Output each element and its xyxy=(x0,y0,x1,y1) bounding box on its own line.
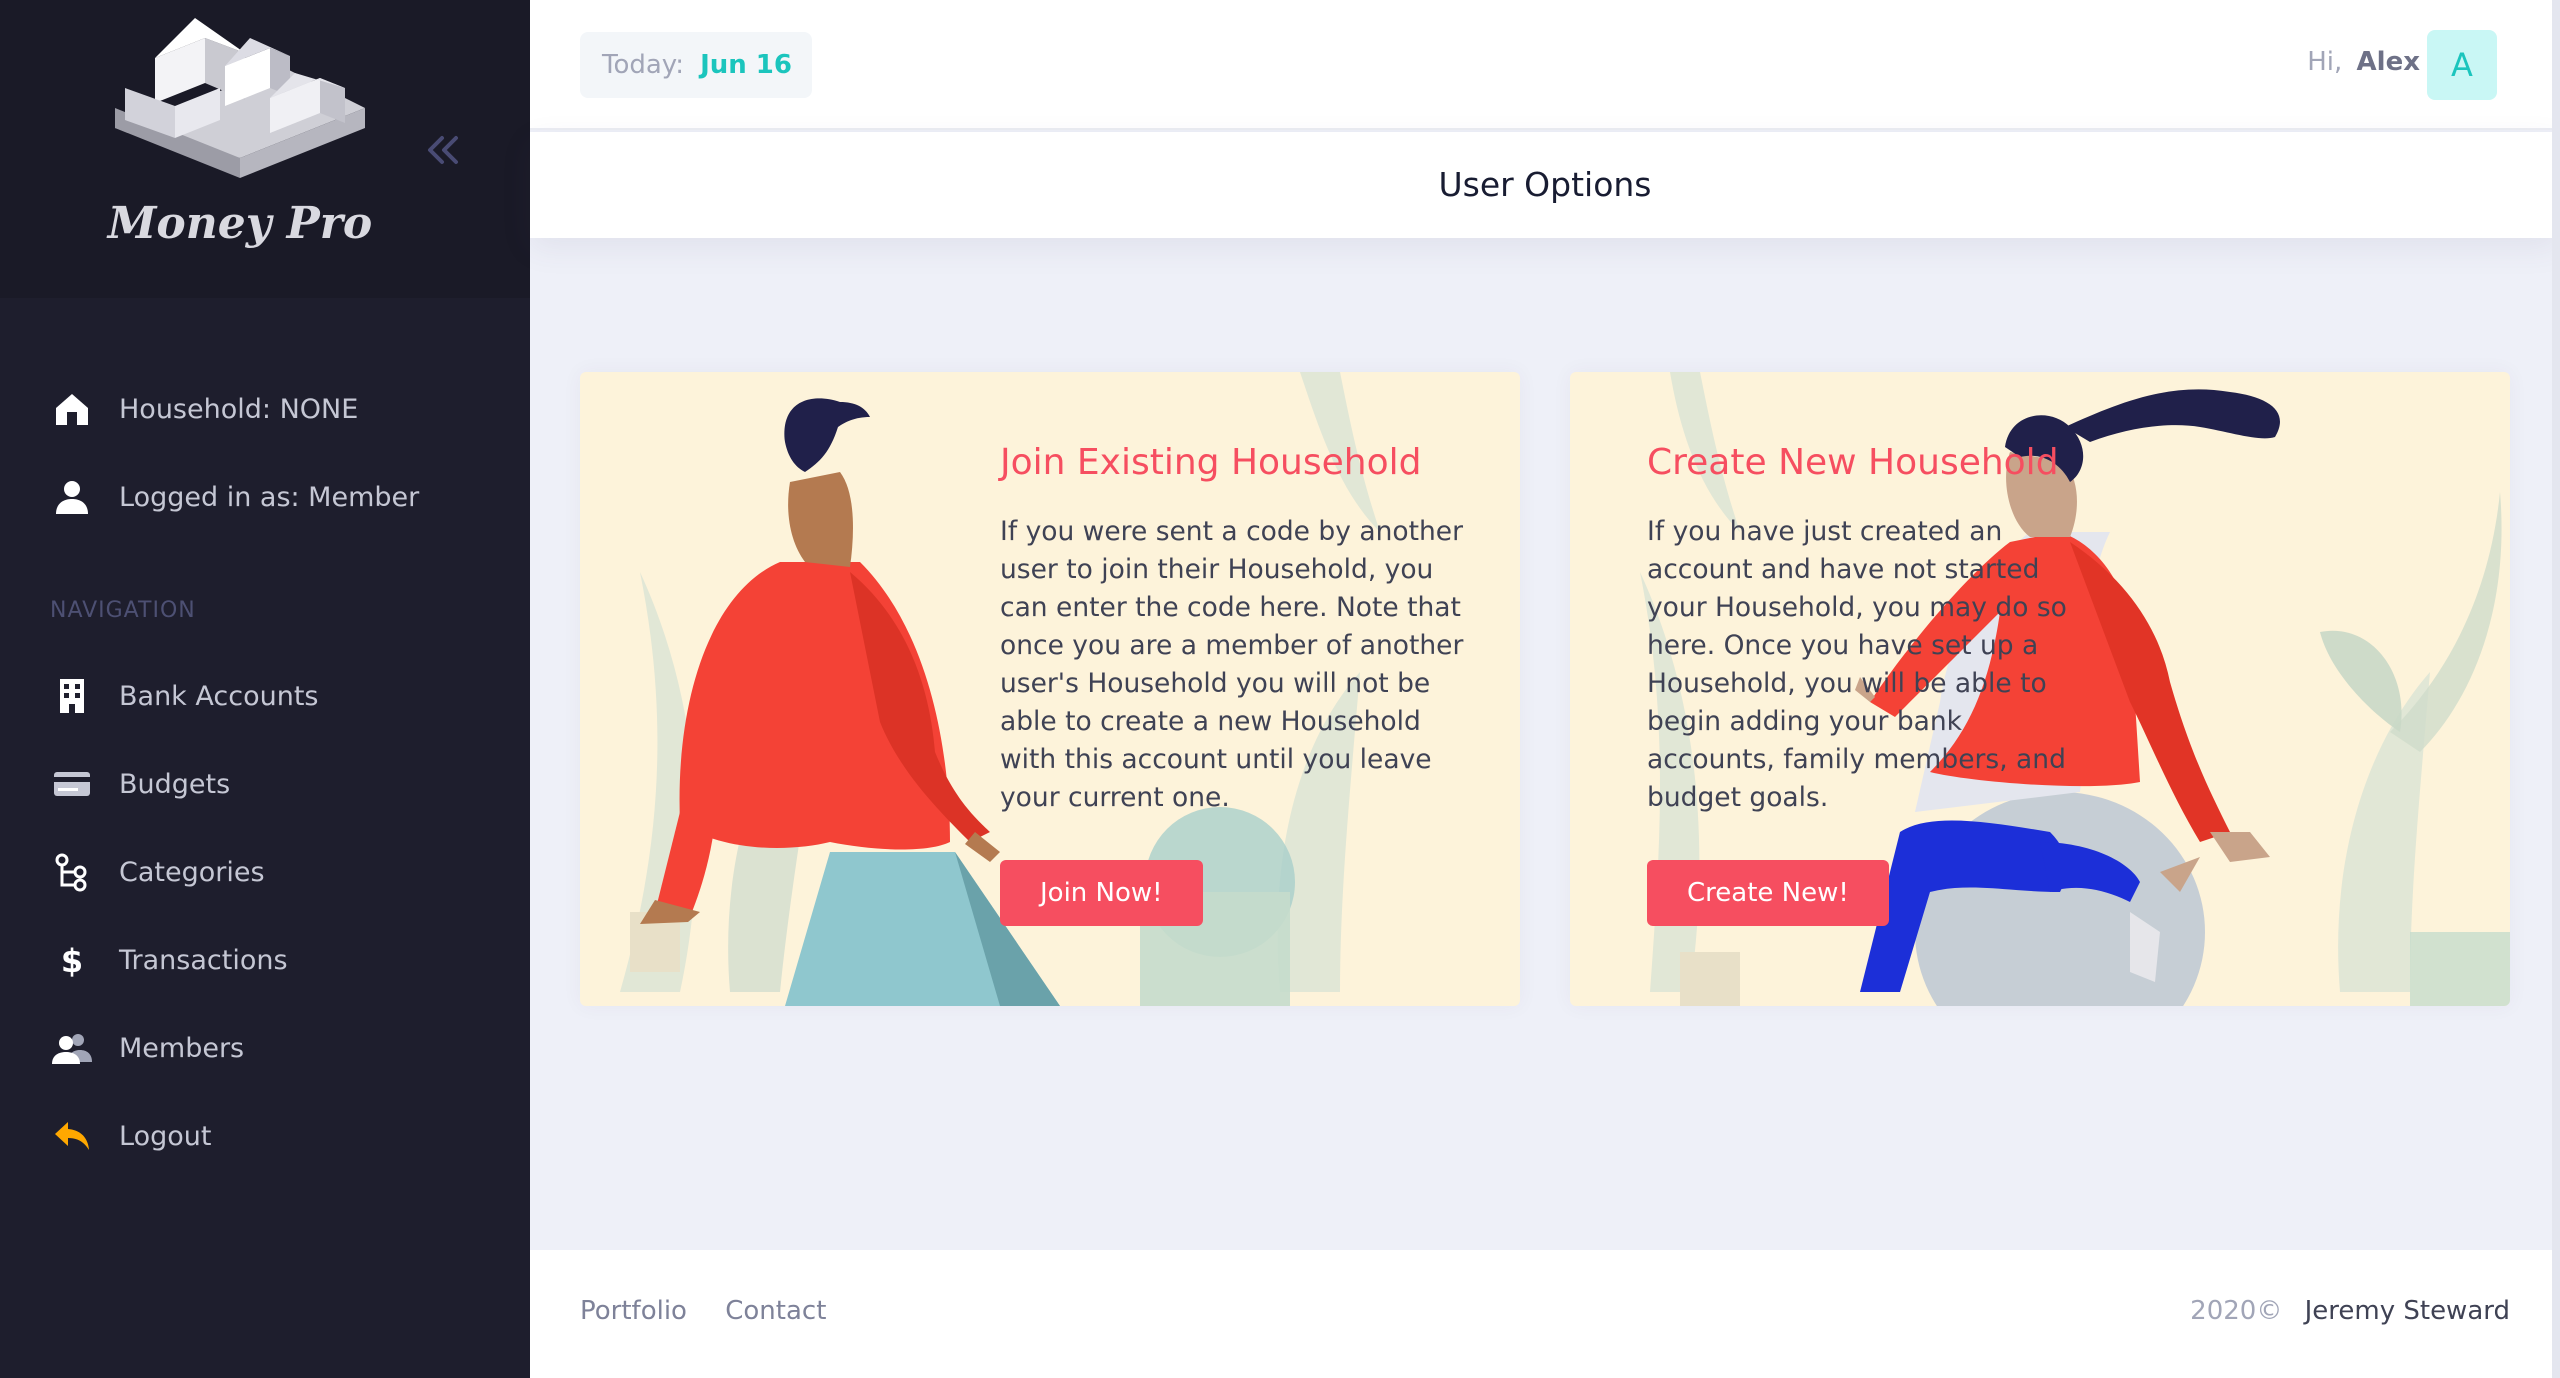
building-icon xyxy=(50,674,94,718)
navigation-menu: Bank Accounts Budgets Categories $ Trans… xyxy=(0,652,530,1180)
card-content: Join Existing Household If you were sent… xyxy=(1000,442,1480,817)
today-value: Jun 16 xyxy=(700,50,792,80)
logged-in-status[interactable]: Logged in as: Member xyxy=(0,453,530,541)
nav-label: Bank Accounts xyxy=(119,680,319,712)
page-title: User Options xyxy=(1438,165,1652,204)
sidebar: Money Pro Household: NONE Logged in as: … xyxy=(0,0,530,1378)
double-chevron-left-icon xyxy=(428,136,458,164)
nav-label: Transactions xyxy=(119,944,288,976)
home-icon xyxy=(50,387,94,431)
brand-area: Money Pro xyxy=(0,0,530,298)
nav-item-transactions[interactable]: $ Transactions xyxy=(0,916,530,1004)
copyright-year: 2020© xyxy=(2190,1296,2283,1326)
card-title: Create New Household xyxy=(1647,442,2059,483)
nav-label: Logout xyxy=(119,1120,212,1152)
nav-item-categories[interactable]: Categories xyxy=(0,828,530,916)
hierarchy-icon xyxy=(50,850,94,894)
nav-item-members[interactable]: Members xyxy=(0,1004,530,1092)
page-scrollbar[interactable] xyxy=(2552,0,2560,1378)
dollar-icon: $ xyxy=(50,938,94,982)
logged-in-label: Logged in as: Member xyxy=(119,481,420,513)
today-date-chip[interactable]: Today: Jun 16 xyxy=(580,32,812,98)
create-household-card: Create New Household If you have just cr… xyxy=(1570,372,2510,1006)
card-content: Create New Household If you have just cr… xyxy=(1647,442,2087,817)
join-household-card: Join Existing Household If you were sent… xyxy=(580,372,1520,1006)
users-icon xyxy=(50,1026,94,1070)
footer: Portfolio Contact 2020© Jeremy Steward xyxy=(530,1250,2560,1378)
nav-label: Members xyxy=(119,1032,245,1064)
card-description: If you have just created an account and … xyxy=(1647,516,2067,813)
navigation-heading: NAVIGATION xyxy=(50,598,196,623)
create-new-button[interactable]: Create New! xyxy=(1647,860,1889,926)
logout-arrow-icon xyxy=(50,1114,94,1158)
user-info-list: Household: NONE Logged in as: Member xyxy=(0,365,530,541)
greeting-text: Hi, xyxy=(2307,47,2343,77)
sidebar-collapse-button[interactable] xyxy=(422,130,462,170)
svg-text:$: $ xyxy=(61,942,83,980)
money-pro-logo[interactable]: Money Pro xyxy=(95,8,385,273)
household-status[interactable]: Household: NONE xyxy=(0,365,530,453)
card-title: Join Existing Household xyxy=(1000,442,1422,483)
nav-item-bank-accounts[interactable]: Bank Accounts xyxy=(0,652,530,740)
nav-item-logout[interactable]: Logout xyxy=(0,1092,530,1180)
footer-link-contact[interactable]: Contact xyxy=(725,1296,826,1326)
join-now-button[interactable]: Join Now! xyxy=(1000,860,1203,926)
card-description: If you were sent a code by another user … xyxy=(1000,516,1464,813)
footer-links: Portfolio Contact xyxy=(580,1296,856,1326)
nav-label: Categories xyxy=(119,856,265,888)
avatar[interactable]: A xyxy=(2427,30,2497,100)
brand-name: Money Pro xyxy=(107,198,373,249)
user-icon xyxy=(50,475,94,519)
nav-item-budgets[interactable]: Budgets xyxy=(0,740,530,828)
top-header: Today: Jun 16 Hi, Alex A xyxy=(530,0,2560,130)
user-name: Alex xyxy=(2356,47,2420,77)
nav-label: Budgets xyxy=(119,768,231,800)
credit-card-icon xyxy=(50,762,94,806)
today-label: Today: xyxy=(602,50,685,80)
subheader: User Options xyxy=(530,132,2560,238)
author-link[interactable]: Jeremy Steward xyxy=(2305,1296,2510,1326)
footer-copyright: 2020© Jeremy Steward xyxy=(2190,1296,2510,1326)
user-greeting[interactable]: Hi, Alex xyxy=(2307,47,2420,77)
house-blocks-logo-icon xyxy=(115,18,365,178)
footer-link-portfolio[interactable]: Portfolio xyxy=(580,1296,687,1326)
household-label: Household: NONE xyxy=(119,393,359,425)
